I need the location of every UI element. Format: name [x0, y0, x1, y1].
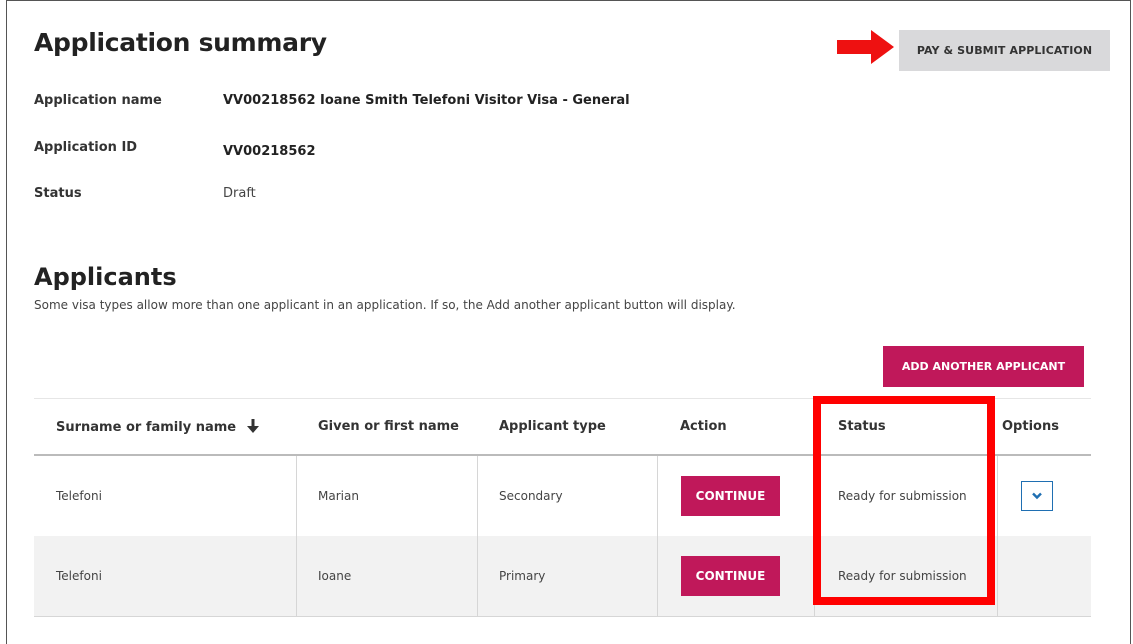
add-another-applicant-button[interactable]: ADD ANOTHER APPLICANT [883, 346, 1084, 387]
cell-surname: Telefoni [56, 569, 102, 583]
application-name-label: Application name [34, 93, 162, 108]
column-header-options: Options [1002, 419, 1059, 434]
application-name-value: VV00218562 Ioane Smith Telefoni Visitor … [223, 93, 630, 108]
cell-action: CONTINUE [681, 536, 780, 616]
arrow-down-icon [246, 419, 259, 433]
pay-submit-button[interactable]: PAY & SUBMIT APPLICATION [899, 30, 1110, 71]
table-row: Telefoni Marian Secondary CONTINUE Ready… [34, 456, 1091, 536]
table-header: Surname or family name Given or first na… [34, 398, 1091, 456]
status-label: Status [34, 186, 82, 201]
column-header-surname[interactable]: Surname or family name [56, 419, 259, 435]
cell-given-name: Ioane [318, 569, 352, 583]
cell-options [1021, 456, 1053, 536]
chevron-down-icon [1032, 492, 1042, 500]
column-header-status: Status [838, 419, 886, 434]
applicants-heading: Applicants [34, 263, 177, 291]
cell-status: Ready for submission [838, 489, 967, 503]
cell-given-name: Marian [318, 489, 359, 503]
page-title: Application summary [34, 28, 327, 57]
table-row: Telefoni Ioane Primary CONTINUE Ready fo… [34, 536, 1091, 616]
application-id-value: VV00218562 [223, 144, 316, 159]
column-header-action: Action [680, 419, 727, 434]
cell-action: CONTINUE [681, 456, 780, 536]
table-bottom-border [34, 616, 1091, 617]
application-id-label: Application ID [34, 140, 138, 155]
cell-surname: Telefoni [56, 489, 102, 503]
column-header-given-name: Given or first name [318, 419, 459, 434]
options-dropdown-button[interactable] [1021, 481, 1053, 511]
cell-applicant-type: Primary [499, 569, 546, 583]
continue-button[interactable]: CONTINUE [681, 556, 780, 596]
cell-applicant-type: Secondary [499, 489, 563, 503]
applicants-description: Some visa types allow more than one appl… [34, 298, 736, 312]
continue-button[interactable]: CONTINUE [681, 476, 780, 516]
annotation-arrow-icon [837, 30, 894, 64]
cell-status: Ready for submission [838, 569, 967, 583]
status-value: Draft [223, 186, 256, 201]
column-header-applicant-type: Applicant type [499, 419, 606, 434]
